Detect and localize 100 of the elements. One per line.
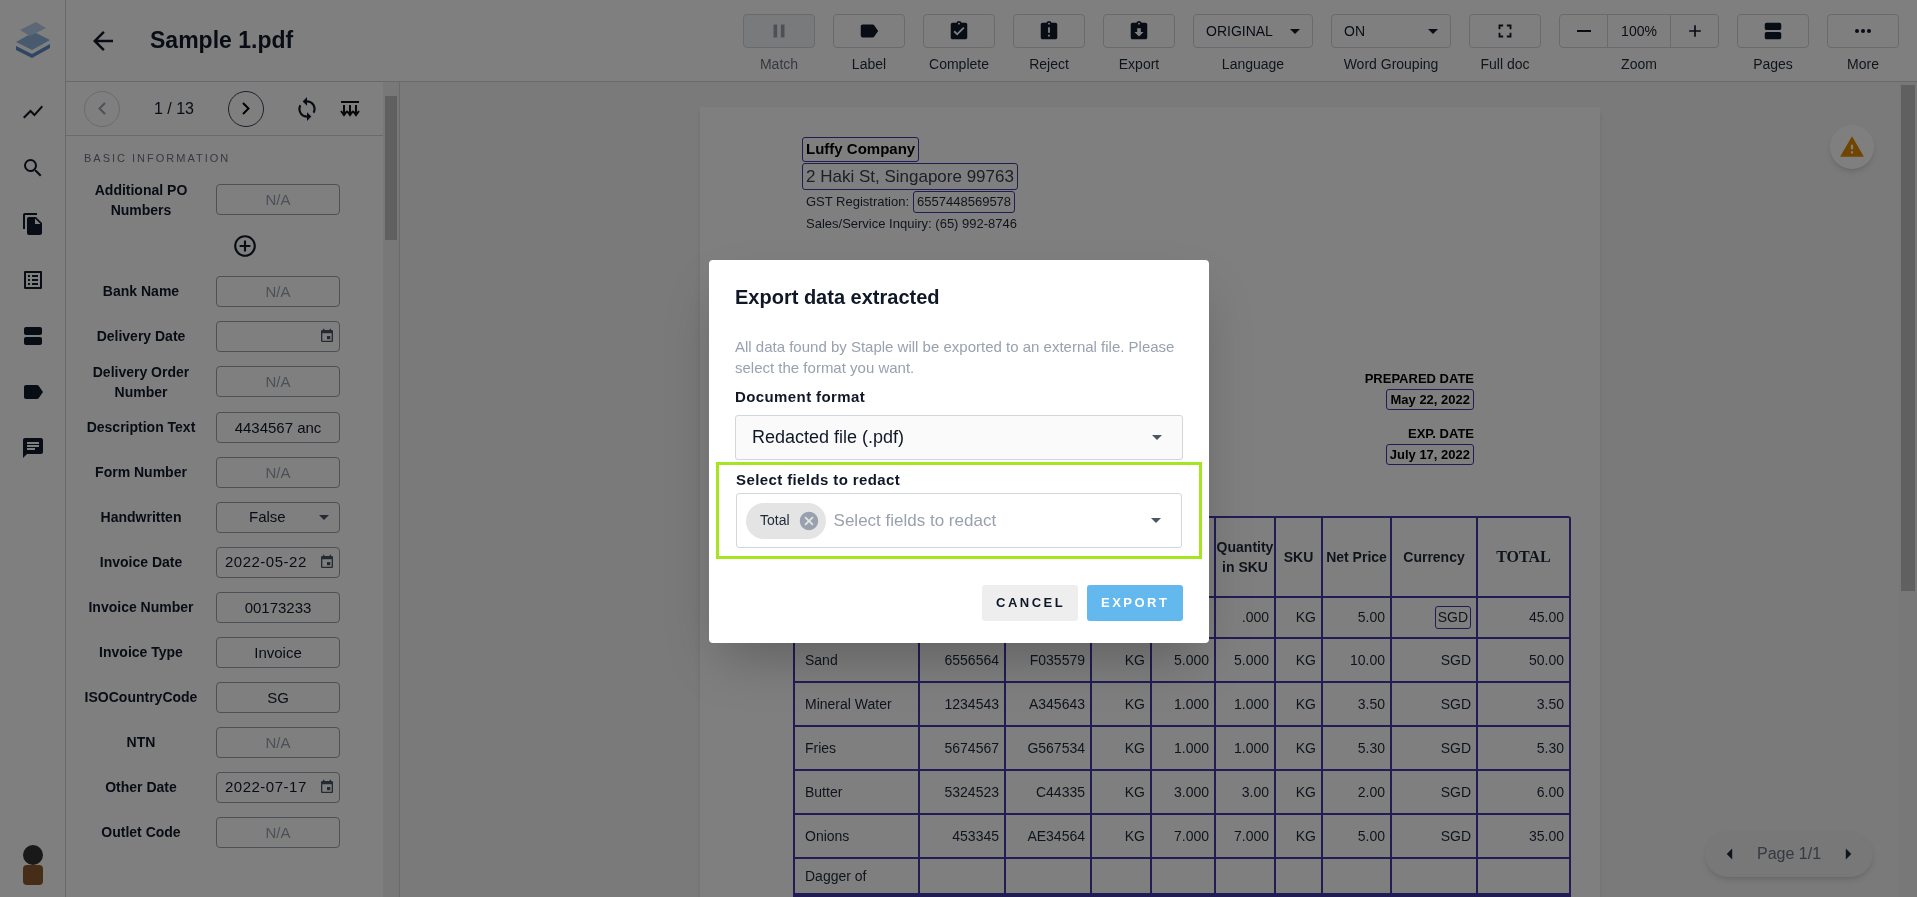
date-field[interactable] (216, 320, 340, 352)
table-cell: KG (1092, 771, 1152, 813)
table-cell: 6.00 (1478, 771, 1571, 813)
toolbar-label: Zoom (1621, 55, 1657, 74)
date-label: PREPARED DATE (1364, 370, 1474, 388)
chevron-left-icon (98, 102, 106, 115)
table-cell: Dagger of (795, 859, 920, 893)
table-cell: 3.000 (1152, 771, 1216, 813)
calendar-icon (319, 779, 335, 795)
caret-icon (1290, 28, 1300, 34)
table-cell: KG (1276, 598, 1323, 637)
table-cell: C44335 (1006, 771, 1092, 813)
highlighted-text: 2 Haki St, Singapore 99763 (802, 162, 1018, 190)
date-value: July 17, 2022 (1385, 443, 1474, 465)
toolbar-label: Export (1118, 55, 1160, 74)
text-field[interactable]: 00173233 (216, 591, 340, 623)
table-cell: 1.000 (1152, 727, 1216, 769)
toolbar-label: Full doc (1480, 55, 1530, 74)
section-heading: BASIC INFORMATION (83, 151, 232, 166)
date-field[interactable]: 2022-05-22 (216, 546, 340, 578)
caret-icon (1428, 28, 1438, 34)
field-label: Outlet Code (100, 823, 182, 842)
field-label: ISOCountryCode (83, 688, 199, 707)
table-cell: AE34564 (1006, 815, 1092, 857)
field-label: Other Date (104, 778, 178, 797)
cancel-button[interactable]: CANCEL (982, 585, 1078, 621)
table-cell: KG (1092, 815, 1152, 857)
table-cell: .000 (1216, 598, 1276, 637)
table-cell: Mineral Water (795, 683, 920, 725)
toolbar-button[interactable] (1469, 14, 1541, 48)
document-title: Sample 1.pdf (150, 26, 294, 56)
table-cell: G567534 (1006, 727, 1092, 769)
table-cell: 2.00 (1323, 771, 1392, 813)
table-cell: KG (1276, 727, 1323, 769)
text-field[interactable]: SG (216, 681, 340, 713)
table-cell: SGD (1392, 639, 1478, 681)
column-header: TOTAL (1478, 518, 1571, 596)
toolbar-dropdown[interactable]: ON (1331, 14, 1451, 48)
toolbar-button[interactable] (1013, 14, 1085, 48)
caret-icon (1152, 434, 1162, 440)
table-cell: 453345 (920, 815, 1006, 857)
dialog-title: Export data extracted (735, 285, 941, 310)
toolbar-label: Complete (929, 55, 989, 74)
calendar-icon (319, 328, 335, 344)
caret-icon (319, 514, 329, 520)
text-field[interactable]: 4434567 anc (216, 411, 340, 443)
redact-fields-select[interactable]: Total Select fields to redact (736, 493, 1182, 548)
table-cell: 5.000 (1216, 639, 1276, 681)
documents-icon (20, 212, 45, 236)
select-field[interactable]: False (216, 501, 340, 533)
date-field[interactable]: 2022-07-17 (216, 771, 340, 803)
table-cell: SGD (1392, 727, 1478, 769)
toolbar-label: Reject (1029, 55, 1069, 74)
table-cell: Butter (795, 771, 920, 813)
toolbar-button[interactable] (833, 14, 905, 48)
field-label: Delivery Date (95, 327, 187, 346)
toolbar-label: More (1847, 55, 1879, 74)
table-cell: 35.00 (1478, 815, 1571, 857)
table-cell: A345643 (1006, 683, 1092, 725)
field-label: Invoice Type (98, 643, 184, 662)
more-icon (1855, 29, 1871, 33)
field-label: Document format (735, 387, 867, 407)
table-cell: KG (1276, 815, 1323, 857)
stacked-rows-icon (1762, 20, 1784, 42)
document-text: GST Registration: (805, 193, 911, 211)
table-cell: 7.000 (1216, 815, 1276, 857)
format-select[interactable]: Redacted file (.pdf) (735, 414, 1183, 460)
table-cell: KG (1092, 727, 1152, 769)
table-cell: KG (1276, 771, 1323, 813)
table-cell: 5.00 (1323, 598, 1392, 637)
table-cell: KG (1092, 683, 1152, 725)
toolbar-button[interactable] (1737, 14, 1809, 48)
field-label: Delivery Order Number (91, 362, 191, 402)
table-cell: Onions (795, 815, 920, 857)
table-cell: KG (1276, 639, 1323, 681)
calendar-icon (319, 554, 335, 570)
column-header: Quantity in SKU (1216, 518, 1276, 596)
field-label: Select fields to redact (736, 469, 902, 490)
add-button[interactable] (231, 232, 258, 259)
field-chip[interactable]: Total (746, 502, 826, 539)
toolbar-label: Match (759, 55, 799, 74)
toolbar-label: Pages (1753, 55, 1793, 74)
table-cell: 50.00 (1478, 639, 1571, 681)
table-cell: 5324523 (920, 771, 1006, 813)
table-cell: 1.000 (1216, 683, 1276, 725)
table-cell: 45.00 (1478, 598, 1571, 637)
page-counter: 1 / 13 (153, 98, 195, 119)
field-label: Invoice Number (87, 598, 195, 617)
table-cell: KG (1276, 683, 1323, 725)
toolbar-button[interactable] (1103, 14, 1175, 48)
clipboard-check-icon (948, 20, 970, 42)
table-cell: 1.000 (1152, 683, 1216, 725)
text-field[interactable]: Invoice (216, 636, 340, 668)
minus-icon (1576, 30, 1591, 32)
toolbar-dropdown[interactable]: ORIGINAL (1193, 14, 1313, 48)
field-label: NTN (125, 733, 157, 752)
table-cell: SGD (1392, 771, 1478, 813)
highlighted-text: Luffy Company (802, 137, 920, 162)
field-label: Description Text (85, 418, 197, 437)
toolbar-button[interactable] (923, 14, 995, 48)
